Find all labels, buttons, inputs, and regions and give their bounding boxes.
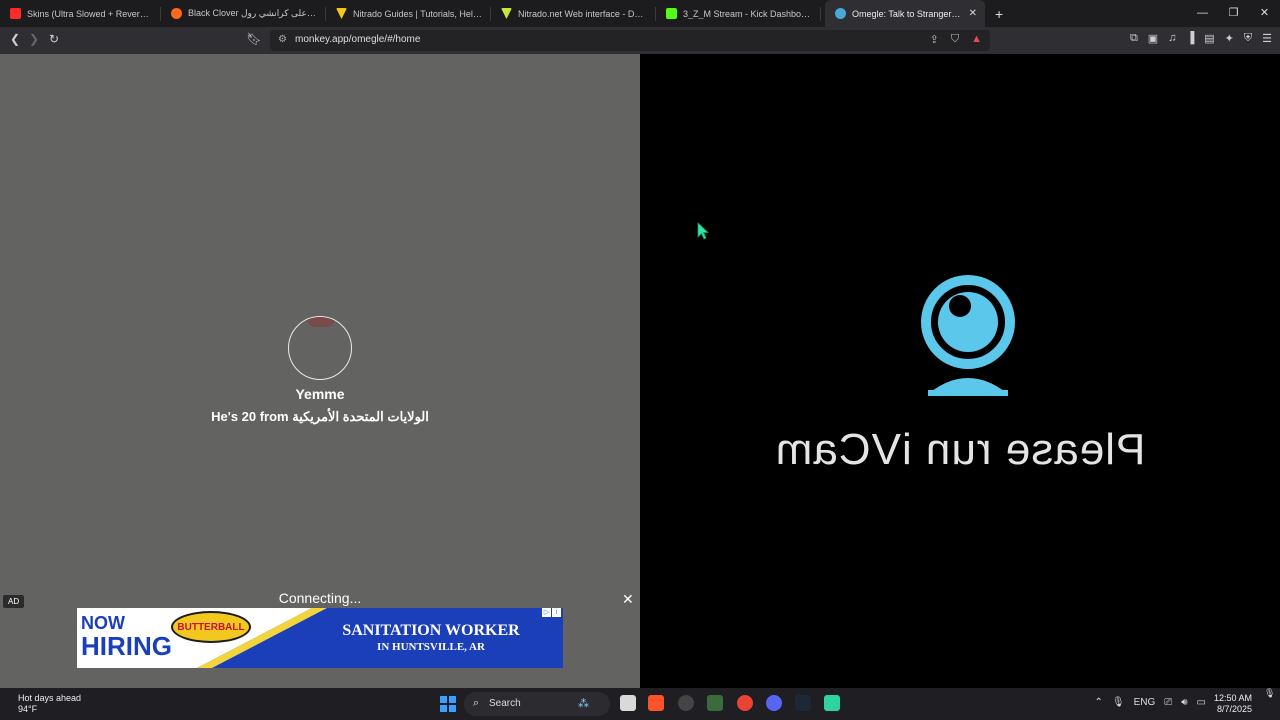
search-icon: ⌕ xyxy=(473,697,480,709)
taskbar-search[interactable]: ⌕ Search ⁂ xyxy=(464,692,610,716)
url-text[interactable]: monkey.app/omegle/#/home xyxy=(295,34,420,45)
adchoices-icon[interactable]: ▷ i xyxy=(542,608,561,617)
ad-location: IN HUNTSVILLE, AR xyxy=(377,641,485,653)
forward-icon[interactable]: ❯ xyxy=(25,32,43,46)
tab-nitrado-guides[interactable]: Nitrado Guides | Tutorials, Help & More xyxy=(326,0,490,27)
connection-status: Connecting... xyxy=(278,590,362,606)
tab-crunchyroll[interactable]: Black Clover شاهد على كرانشي رول - ... xyxy=(161,0,325,27)
brave-icon[interactable] xyxy=(648,695,664,711)
media-icon[interactable]: ♫ xyxy=(1168,32,1176,45)
tab-nitrado-web[interactable]: Nitrado.net Web interface - Dashboard xyxy=(491,0,655,27)
share-icon[interactable]: ⇪ xyxy=(930,33,939,46)
kick-icon xyxy=(666,8,677,19)
obs-icon[interactable] xyxy=(678,695,694,711)
omegle-icon xyxy=(835,8,846,19)
tab-title: Nitrado.net Web interface - Dashboard xyxy=(518,8,647,19)
tab-kick[interactable]: 3_Z_M Stream - Kick Dashboard xyxy=(656,0,820,27)
site-info-icon[interactable]: ⚙︎ xyxy=(278,34,287,45)
game-launcher-icon[interactable] xyxy=(707,695,723,711)
window-controls: — ❐ ✕ xyxy=(1187,0,1280,27)
wallet-icon[interactable]: ▤ xyxy=(1204,32,1214,45)
back-icon[interactable]: ❮ xyxy=(6,32,24,46)
chrome-icon[interactable] xyxy=(737,695,753,711)
volume-icon[interactable]: 🔊︎ xyxy=(1181,697,1187,708)
stranger-avatar xyxy=(288,316,352,380)
close-window-icon[interactable]: ✕ xyxy=(1249,0,1280,27)
microphone-icon[interactable]: 🎙︎ xyxy=(1112,697,1125,708)
stranger-info: He's 20 from الولايات المتحدة الأمريكية xyxy=(211,409,429,424)
tray-overflow-icon[interactable]: ⌃ xyxy=(1094,697,1102,708)
system-clock[interactable]: 12:50 AM 8/7/2025 xyxy=(1212,693,1252,715)
weather-title: Hot days ahead xyxy=(18,693,82,703)
address-bar-actions: ⇪ ⛉ ▲ xyxy=(930,33,982,46)
butterball-logo: BUTTERBALL xyxy=(171,611,251,643)
search-label: Search xyxy=(489,698,521,709)
clock-time: 12:50 AM xyxy=(1213,693,1252,703)
task-view-icon[interactable] xyxy=(620,695,636,711)
language-indicator[interactable]: ENG xyxy=(1134,697,1156,708)
minimize-icon[interactable]: — xyxy=(1187,0,1218,27)
steam-icon[interactable] xyxy=(795,695,811,711)
brave-shields-icon[interactable]: ⛉ xyxy=(951,33,959,46)
bookmark-icon[interactable]: 🔖︎ xyxy=(245,32,263,46)
youtube-icon xyxy=(10,8,21,19)
network-icon[interactable]: ⎚ xyxy=(1164,697,1172,708)
reload-icon[interactable]: ↻ xyxy=(45,32,63,46)
vpn-icon[interactable]: ⛨ xyxy=(1244,32,1252,45)
ad-headline-hiring: HIRING xyxy=(81,631,172,661)
weather-temp: 94°F xyxy=(18,704,38,714)
battery-icon[interactable]: ▭ xyxy=(1197,697,1206,708)
sidebar-icon[interactable]: ▐ xyxy=(1186,32,1194,45)
weather-widget[interactable]: Hot days ahead 94°F xyxy=(18,693,81,715)
tab-title: 3_Z_M Stream - Kick Dashboard xyxy=(683,8,812,19)
tab-title: Skins (Ultra Slowed + Reverb) - YouTube xyxy=(27,8,152,19)
restore-icon[interactable]: ❐ xyxy=(1218,0,1249,27)
browser-toolbar: ⧉ ▣ ♫ ▐ ▤ ✦ ⛨ ☰ xyxy=(1130,32,1272,45)
crunchyroll-icon xyxy=(171,8,182,19)
ad-job-title: SANITATION WORKER xyxy=(342,622,520,639)
close-tab-icon[interactable]: ✕ xyxy=(969,8,977,19)
menu-icon[interactable]: ☰ xyxy=(1262,32,1272,45)
tab-title: Nitrado Guides | Tutorials, Help & More xyxy=(353,8,482,19)
tab-strip: Skins (Ultra Slowed + Reverb) - YouTube … xyxy=(0,0,1280,27)
discord-icon[interactable] xyxy=(766,695,782,711)
brave-rewards-icon[interactable]: ▲ xyxy=(971,33,982,46)
address-bar[interactable]: ⚙︎ monkey.app/omegle/#/home ⇪ ⛉ ▲ xyxy=(270,30,990,51)
tab-title: Omegle: Talk to Strangers with xyxy=(852,8,963,19)
leo-ai-icon[interactable]: ✦ xyxy=(1225,32,1234,45)
nitrado-icon xyxy=(501,8,512,19)
windows-taskbar: Hot days ahead 94°F ⌕ Search ⁂ ⌃ 🎙︎ ENG … xyxy=(0,688,1280,720)
tab-youtube[interactable]: Skins (Ultra Slowed + Reverb) - YouTube xyxy=(0,0,160,27)
new-tab-button[interactable]: + xyxy=(995,6,1003,22)
system-tray: ⌃ 🎙︎ ENG ⎚ 🔊︎ ▭ xyxy=(1094,697,1206,708)
ad-headline-now: NOW xyxy=(81,613,125,633)
windows-start-icon[interactable] xyxy=(440,696,456,712)
stranger-username: Yemme xyxy=(295,386,345,402)
ad-banner[interactable]: NOW HIRING BUTTERBALL SANITATION WORKER … xyxy=(77,608,563,668)
avatar-photo xyxy=(307,317,335,327)
app-icon[interactable] xyxy=(824,695,840,711)
ivcam-message: Please run iVCam xyxy=(774,425,1146,474)
nitrado-icon xyxy=(336,8,347,19)
tab-title: Black Clover شاهد على كرانشي رول - ... xyxy=(188,8,317,18)
mouse-cursor-icon xyxy=(697,222,709,240)
extensions-icon[interactable]: ⧉ xyxy=(1130,32,1138,45)
tab-divider xyxy=(820,6,821,21)
ad-close-button[interactable]: ✕ xyxy=(622,591,634,608)
webcam-icon xyxy=(921,275,1015,396)
mic-in-use-icon: 🎙︎ xyxy=(1264,688,1276,698)
tab-omegle[interactable]: Omegle: Talk to Strangers with ✕ xyxy=(825,0,985,27)
clock-date: 8/7/2025 xyxy=(1216,704,1252,714)
ad-label: AD xyxy=(3,595,25,608)
search-highlight-icon: ⁂ xyxy=(578,698,589,710)
navigation-bar: ❮ ❯ ↻ 🔖︎ ⚙︎ monkey.app/omegle/#/home ⇪ ⛉… xyxy=(0,27,1280,54)
screenshot-icon[interactable]: ▣ xyxy=(1148,32,1158,45)
